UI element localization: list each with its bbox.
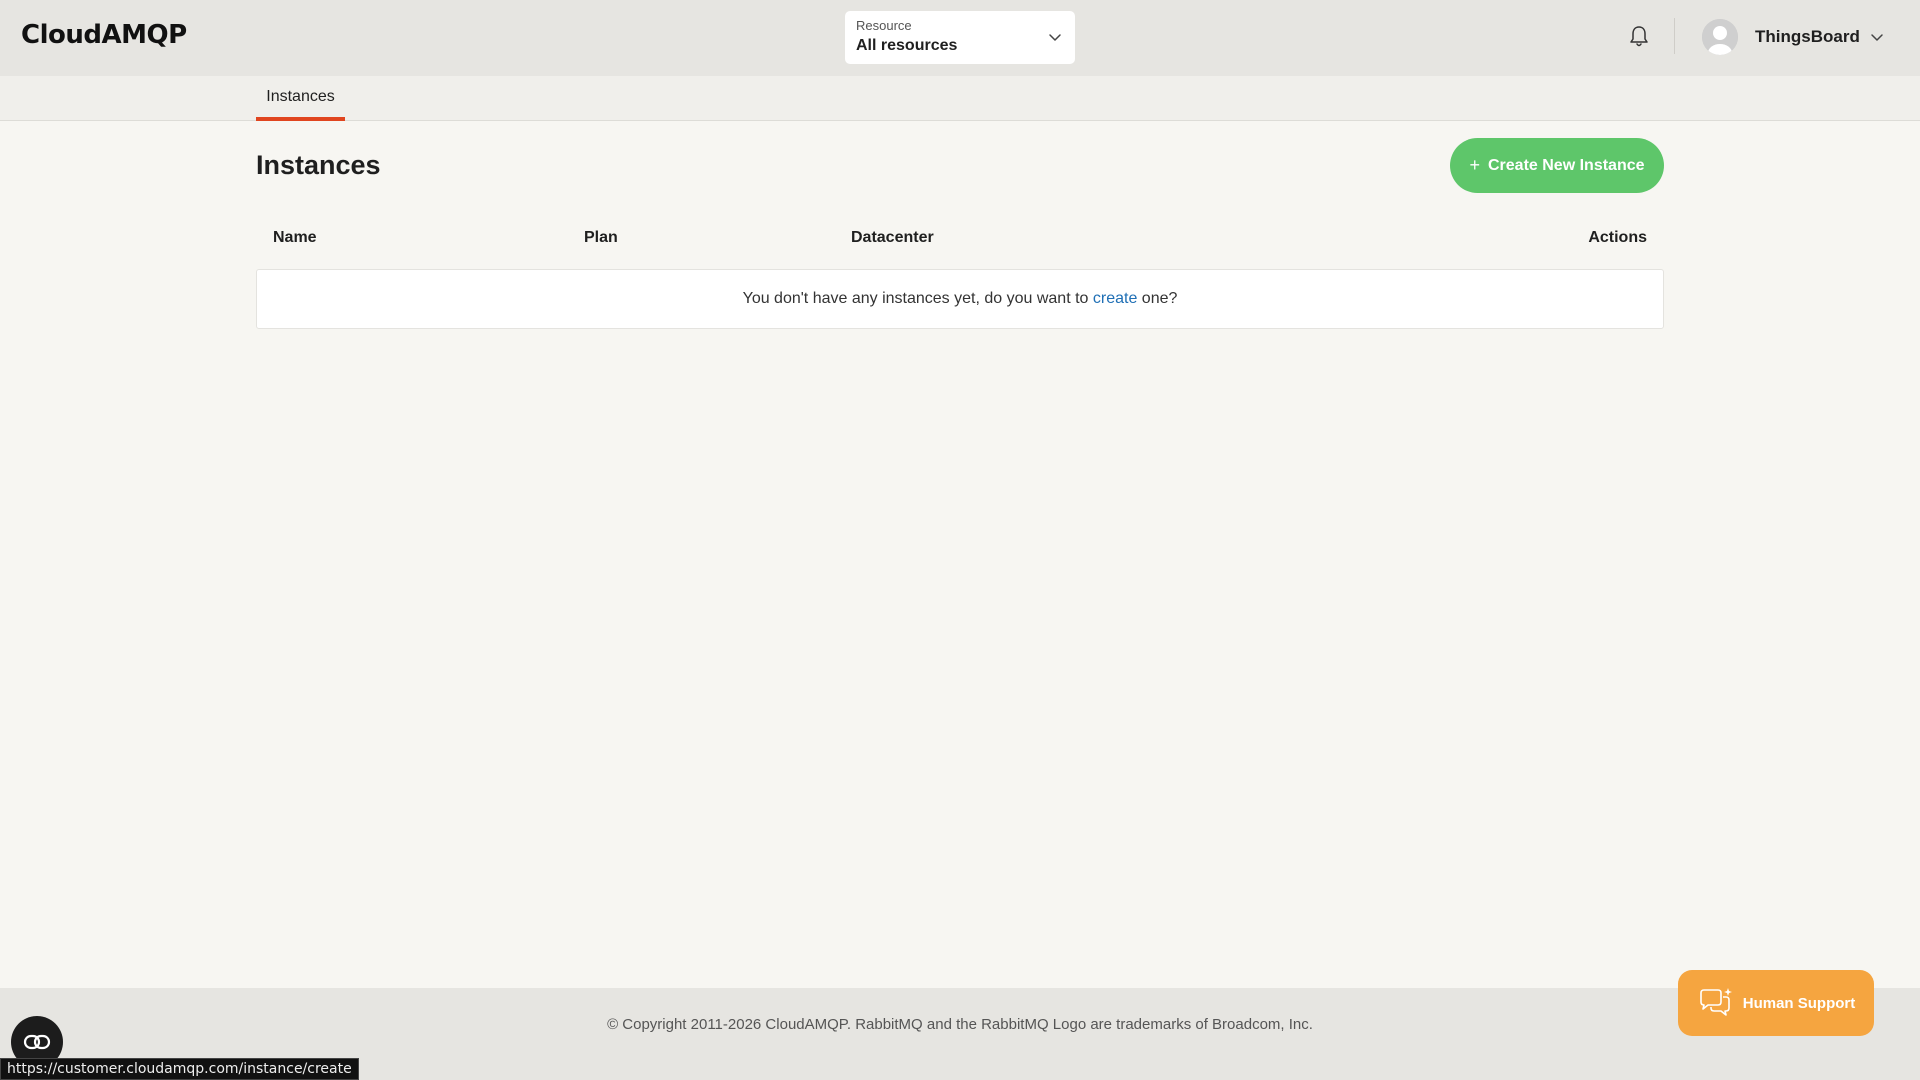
plus-icon: + [1469, 155, 1480, 175]
avatar[interactable] [1702, 19, 1738, 55]
human-support-button[interactable]: Human Support [1678, 970, 1874, 1036]
resource-selector-label: Resource [856, 18, 912, 33]
user-menu-name[interactable]: ThingsBoard [1755, 27, 1860, 47]
empty-state-text-prefix: You don't have any instances yet, do you… [742, 290, 1093, 307]
column-header-name[interactable]: Name [273, 229, 317, 247]
page-title: Instances [256, 150, 381, 180]
table-header: Name Plan Datacenter Actions [256, 228, 1664, 252]
resource-selector[interactable]: Resource All resources [845, 11, 1075, 64]
link-status-url: https://customer.cloudamqp.com/instance/… [0, 1058, 359, 1080]
chevron-down-icon[interactable] [1869, 29, 1885, 45]
column-header-actions: Actions [1588, 229, 1647, 246]
cloudamqp-logo[interactable]: CloudAMQP [21, 20, 187, 50]
tab-instances[interactable]: Instances [256, 76, 345, 121]
human-support-label: Human Support [1742, 994, 1856, 1012]
header-divider [1674, 18, 1675, 54]
create-new-instance-label: Create New Instance [1488, 156, 1645, 174]
empty-state-row: You don't have any instances yet, do you… [256, 269, 1664, 329]
resource-selector-value: All resources [856, 37, 958, 54]
column-header-plan[interactable]: Plan [584, 229, 618, 247]
top-header: CloudAMQP Resource All resources ThingsB… [0, 0, 1920, 76]
bell-icon[interactable] [1628, 24, 1650, 48]
link-icon [23, 1034, 51, 1050]
column-header-datacenter[interactable]: Datacenter [851, 229, 934, 247]
chevron-down-icon [1049, 34, 1061, 41]
empty-state-text-suffix: one? [1137, 290, 1178, 307]
user-avatar-icon [1702, 19, 1738, 55]
chat-bubbles-icon [1699, 988, 1732, 1016]
sub-navigation: Instances [0, 76, 1920, 121]
copyright-text: © Copyright 2011-2026 CloudAMQP. RabbitM… [607, 1016, 1313, 1033]
create-new-instance-button[interactable]: + Create New Instance [1450, 138, 1664, 193]
create-instance-link[interactable]: create [1093, 290, 1137, 307]
